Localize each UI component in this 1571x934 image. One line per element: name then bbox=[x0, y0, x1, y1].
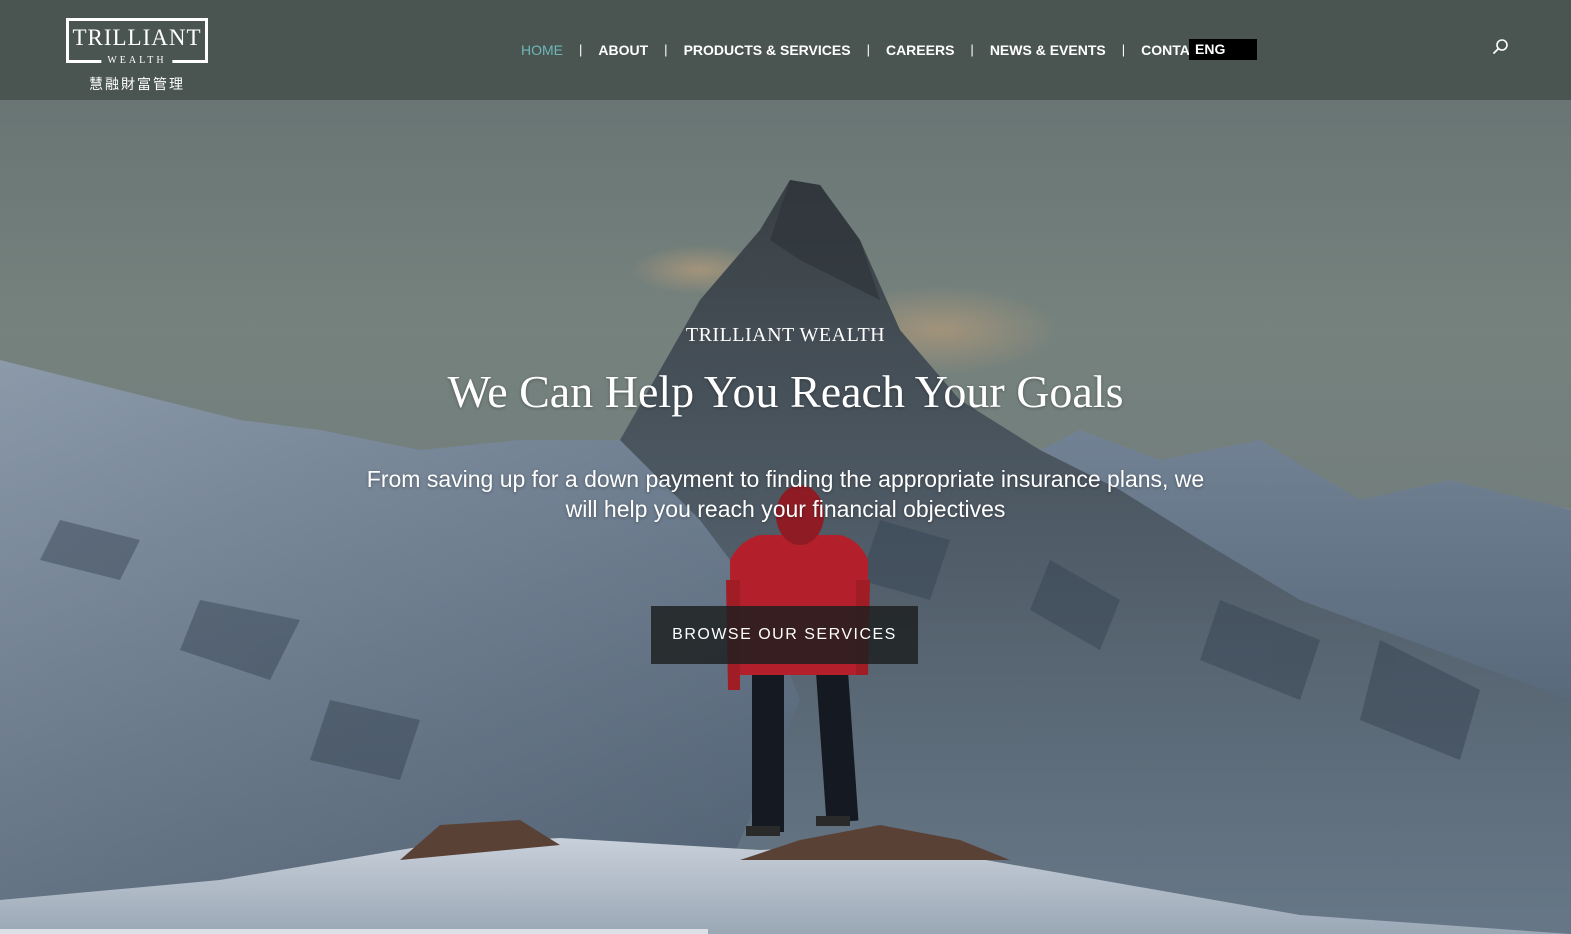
main-nav: HOME | ABOUT | PRODUCTS & SERVICES | CAR… bbox=[521, 39, 1209, 61]
language-selector[interactable]: ENG bbox=[1189, 39, 1257, 60]
brand-logo[interactable]: TRILLIANT WEALTH 慧融財富管理 bbox=[66, 18, 214, 94]
logo-title: TRILLIANT bbox=[72, 25, 202, 50]
nav-separator: | bbox=[1121, 42, 1126, 57]
nav-item-careers[interactable]: CAREERS bbox=[886, 40, 954, 60]
nav-separator: | bbox=[970, 42, 974, 57]
hero-section: TRILLIANT WEALTH We Can Help You Reach Y… bbox=[0, 320, 1571, 524]
logo-frame: TRILLIANT WEALTH bbox=[66, 18, 208, 68]
nav-item-about[interactable]: ABOUT bbox=[598, 40, 648, 60]
logo-chinese-name: 慧融財富管理 bbox=[89, 77, 185, 93]
slider-progress-bar bbox=[0, 929, 708, 934]
search-button[interactable] bbox=[1492, 38, 1510, 56]
nav-item-products-services[interactable]: PRODUCTS & SERVICES bbox=[684, 40, 851, 60]
nav-separator: | bbox=[664, 42, 668, 57]
hero-description: From saving up for a down payment to fin… bbox=[366, 466, 1205, 522]
nav-item-news-events[interactable]: NEWS & EVENTS bbox=[990, 40, 1106, 60]
hero-title: We Can Help You Reach Your Goals bbox=[447, 366, 1124, 417]
nav-item-home[interactable]: HOME bbox=[521, 40, 563, 60]
nav-separator: | bbox=[866, 42, 870, 57]
home-page: TRILLIANT WEALTH 慧融財富管理 HOME | ABOUT | P… bbox=[0, 0, 1571, 934]
hero-eyebrow: TRILLIANT WEALTH bbox=[685, 324, 886, 346]
nav-separator: | bbox=[579, 42, 583, 57]
search-icon bbox=[1493, 39, 1508, 54]
browse-services-button[interactable]: BROWSE OUR SERVICES bbox=[651, 606, 918, 664]
logo-subtitle: WEALTH bbox=[101, 54, 173, 68]
site-header: TRILLIANT WEALTH 慧融財富管理 HOME | ABOUT | P… bbox=[0, 0, 1571, 100]
